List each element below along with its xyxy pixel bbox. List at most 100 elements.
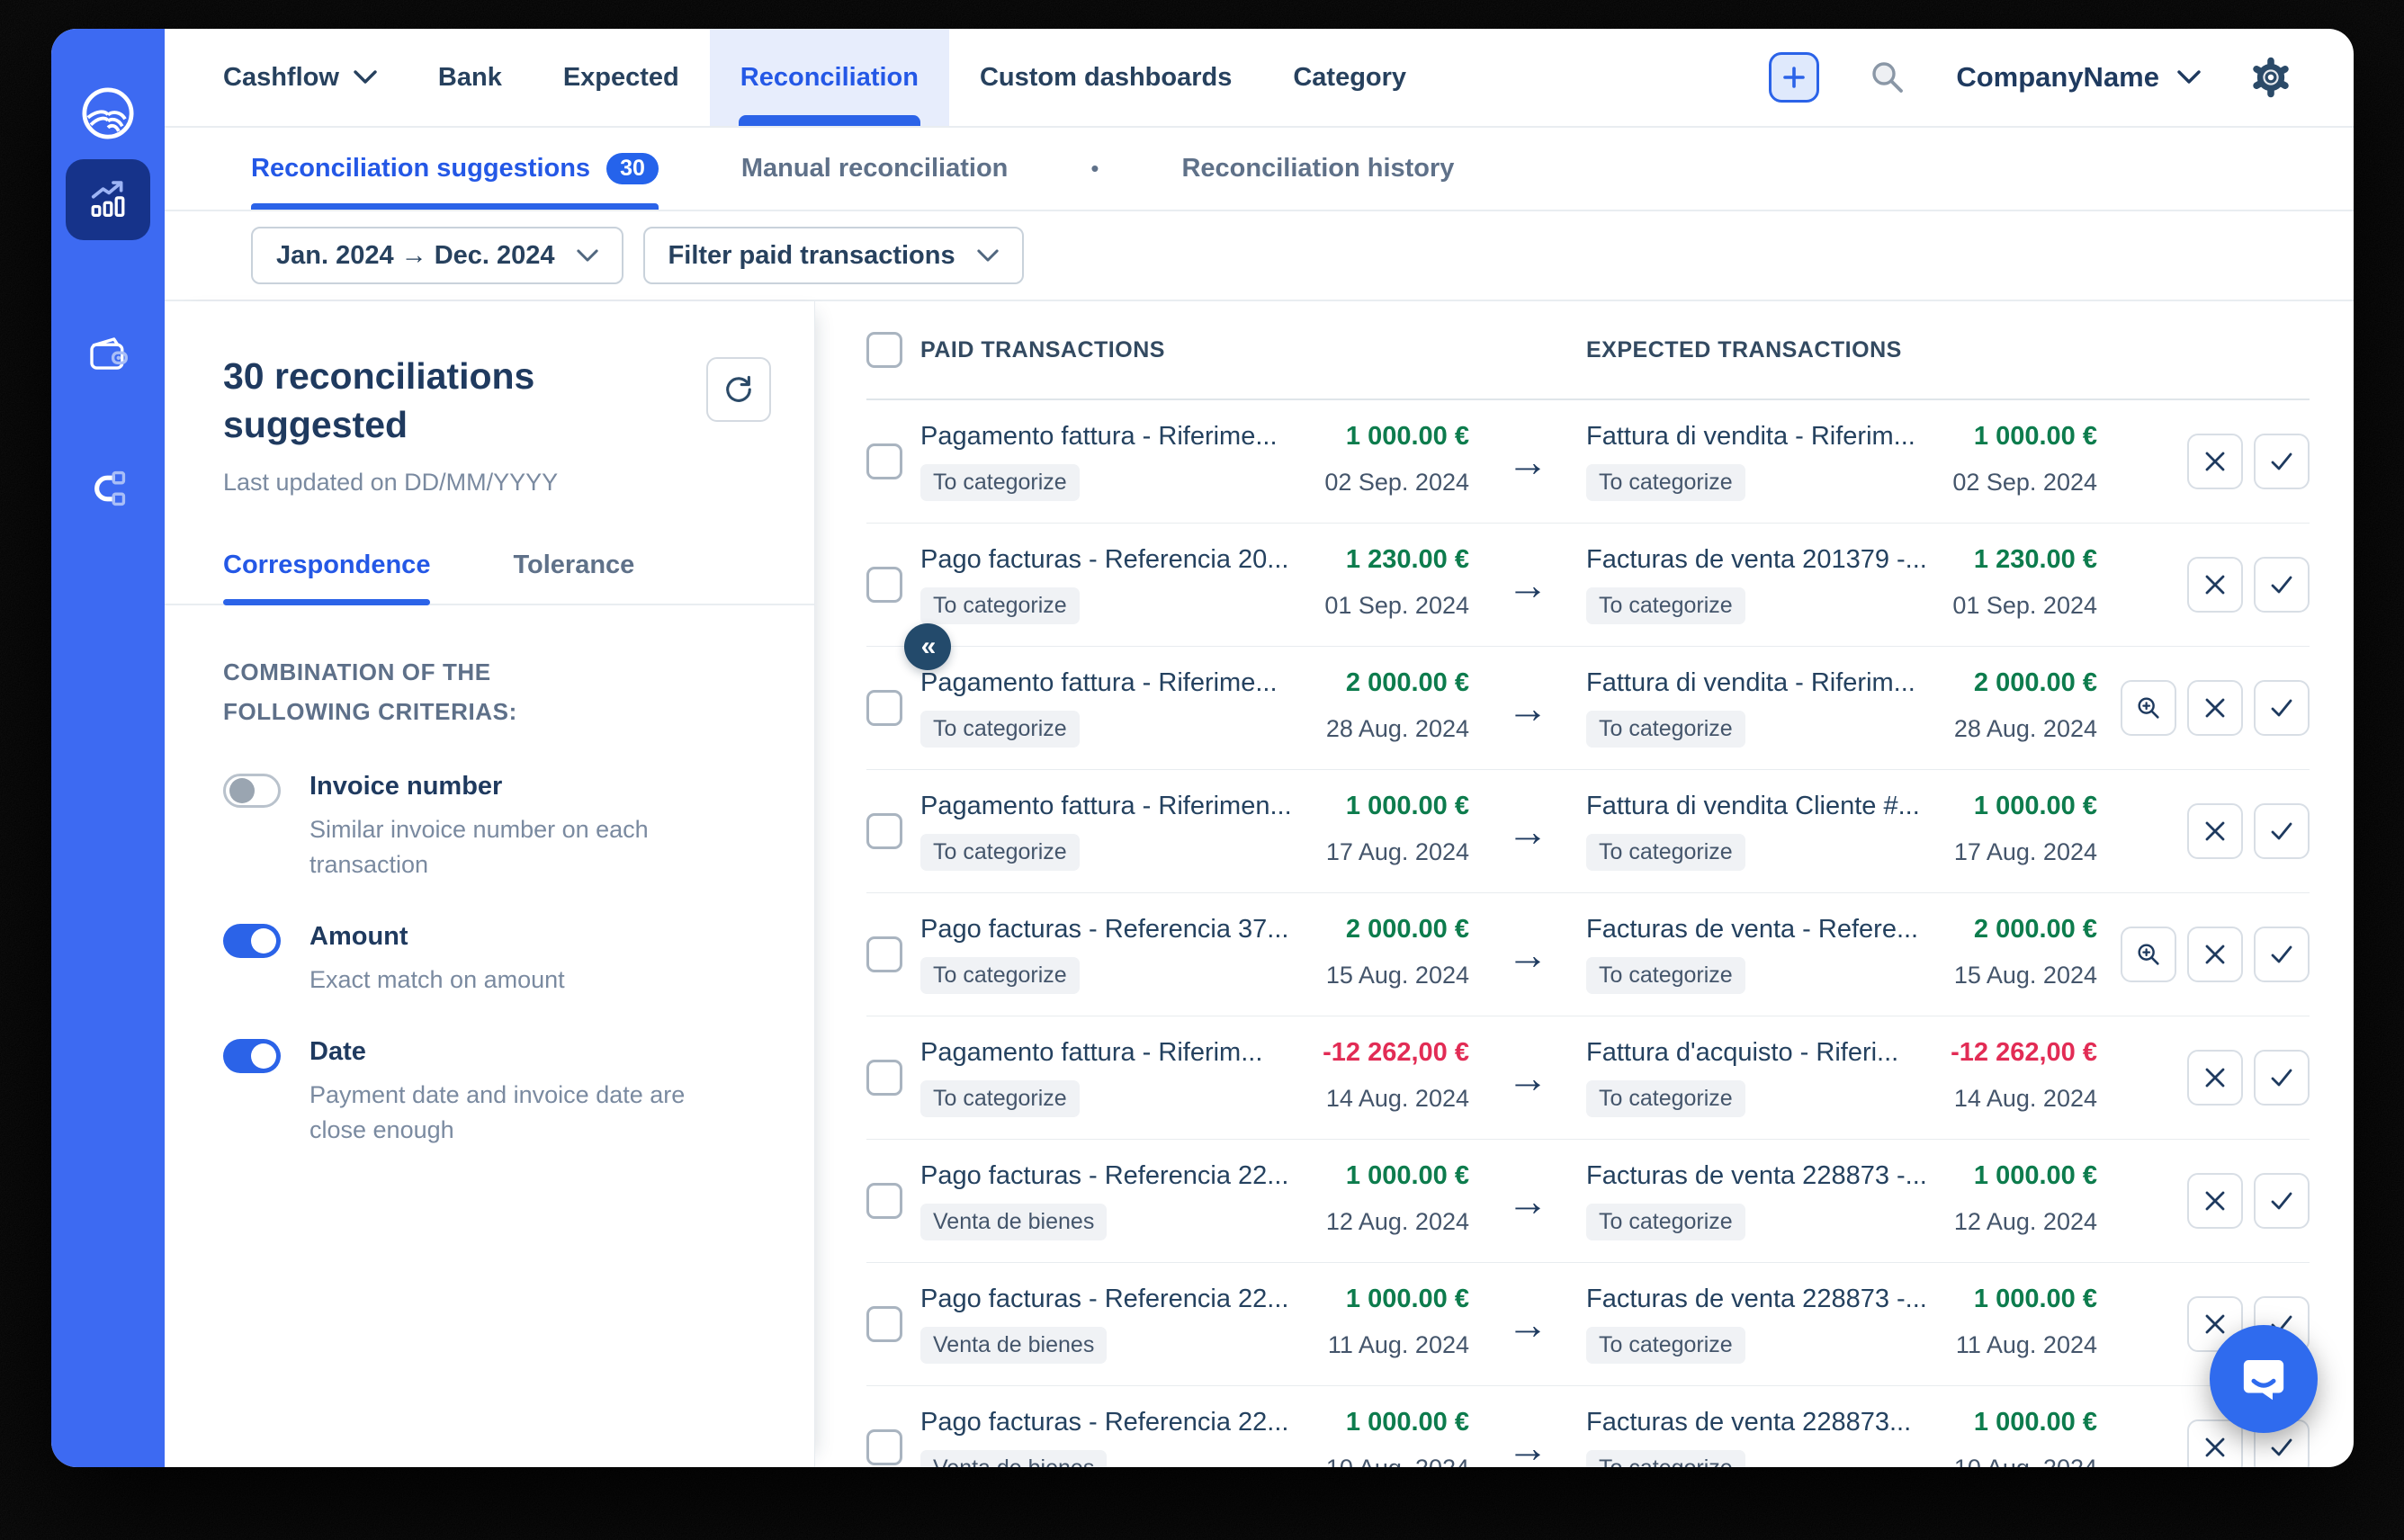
chevrons-left-icon: « — [920, 631, 937, 661]
tab-reconciliation-history[interactable]: Reconciliation history — [1181, 128, 1454, 210]
check-icon — [2271, 822, 2292, 840]
x-icon — [2205, 575, 2225, 595]
x-icon — [2205, 1437, 2225, 1457]
reject-match-button[interactable] — [2187, 803, 2243, 859]
reject-match-button[interactable] — [2187, 680, 2243, 736]
date-range-filter[interactable]: Jan. 2024 → Dec. 2024 — [251, 227, 623, 284]
reject-match-button[interactable] — [2187, 1173, 2243, 1229]
expected-amount: 1 000.00 € — [1973, 1161, 2097, 1190]
nav-item-reconciliation[interactable]: Reconciliation — [709, 29, 949, 126]
expected-transaction-cell: Fattura di vendita - Riferim... 1 000.00… — [1586, 422, 2097, 501]
accept-match-button[interactable] — [2254, 1173, 2310, 1229]
expected-category-tag: To categorize — [1586, 834, 1745, 871]
criteria-invoice-number: Invoice number Similar invoice number on… — [223, 772, 771, 882]
expected-transaction-cell: Facturas de venta 201379 -... 1 230.00 €… — [1586, 545, 2097, 624]
paid-amount: 2 000.00 € — [1345, 668, 1469, 697]
last-updated-text: Last updated on DD/MM/YYYY — [223, 469, 559, 497]
row-checkbox[interactable] — [866, 1429, 902, 1465]
nav-item-cashflow[interactable]: Cashflow — [193, 29, 408, 126]
nav-item-expected[interactable]: Expected — [533, 29, 710, 126]
reject-match-button[interactable] — [2187, 1050, 2243, 1106]
paid-category-tag: To categorize — [920, 957, 1080, 994]
tab-reconciliation-suggestions[interactable]: Reconciliation suggestions 30 — [251, 128, 659, 210]
paid-title: Pago facturas - Referencia 37... — [920, 915, 1289, 944]
add-button[interactable] — [1769, 52, 1820, 103]
content-area: 30 reconciliations suggested Last update… — [165, 301, 2354, 1467]
invoice-number-toggle[interactable] — [223, 773, 281, 808]
sidebar-item-cashflow-analytics[interactable] — [66, 159, 150, 240]
row-checkbox[interactable] — [866, 813, 902, 849]
criteria-toggles: Invoice number Similar invoice number on… — [223, 772, 771, 1149]
x-icon — [2205, 1068, 2225, 1088]
table-row: Pagamento fattura - Riferim... -12 262,0… — [866, 1016, 2310, 1140]
inspect-match-button[interactable] — [2121, 680, 2176, 736]
expected-amount: 1 000.00 € — [1973, 1408, 2097, 1437]
accept-match-button[interactable] — [2254, 434, 2310, 489]
row-checkbox[interactable] — [866, 1306, 902, 1342]
refresh-button[interactable] — [706, 357, 771, 422]
accept-match-button[interactable] — [2254, 557, 2310, 613]
criteria-label: Invoice number — [309, 771, 503, 801]
sidebar-item-reconciliation-magnet[interactable] — [66, 448, 150, 529]
tab-correspondence[interactable]: Correspondence — [223, 551, 431, 606]
company-switcher[interactable]: CompanyName — [1956, 61, 2201, 94]
nav-item-category[interactable]: Category — [1262, 29, 1437, 126]
criteria-description: Similar invoice number on each transacti… — [309, 815, 649, 878]
criteria-label: Date — [309, 1037, 366, 1067]
select-all-checkbox[interactable] — [866, 332, 902, 368]
accept-match-button[interactable] — [2254, 927, 2310, 982]
chat-launcher-button[interactable] — [2210, 1325, 2318, 1433]
reject-match-button[interactable] — [2187, 434, 2243, 489]
check-icon — [2271, 945, 2292, 963]
tab-tolerance[interactable]: Tolerance — [513, 551, 634, 604]
expected-date: 12 Aug. 2024 — [1953, 1208, 2097, 1235]
search-button[interactable] — [1866, 56, 1909, 99]
wallet-icon — [90, 337, 128, 370]
check-icon — [2271, 1438, 2292, 1456]
x-icon — [2205, 452, 2225, 471]
toggle-knob — [229, 777, 255, 803]
expected-transaction-cell: Fattura di vendita Cliente #... 1 000.00… — [1586, 792, 2097, 871]
nav-item-bank[interactable]: Bank — [408, 29, 533, 126]
amount-toggle[interactable] — [223, 923, 281, 958]
paid-category-tag: To categorize — [920, 587, 1080, 624]
reject-match-button[interactable] — [2187, 927, 2243, 982]
x-icon — [2205, 1314, 2225, 1334]
accept-match-button[interactable] — [2254, 680, 2310, 736]
expected-title: Fattura di vendita Cliente #... — [1586, 792, 1920, 820]
row-checkbox[interactable] — [866, 936, 902, 972]
tab-manual-reconciliation[interactable]: Manual reconciliation — [741, 128, 1009, 210]
paid-date: 15 Aug. 2024 — [1325, 962, 1469, 989]
paid-date: 11 Aug. 2024 — [1327, 1331, 1469, 1358]
row-checkbox[interactable] — [866, 1060, 902, 1096]
nav-item-custom-dashboards[interactable]: Custom dashboards — [949, 29, 1262, 126]
paid-title: Pagamento fattura - Riferime... — [920, 422, 1278, 451]
settings-button[interactable] — [2247, 54, 2294, 101]
reject-match-button[interactable] — [2187, 557, 2243, 613]
row-checkbox[interactable] — [866, 690, 902, 726]
accept-match-button[interactable] — [2254, 803, 2310, 859]
expected-date: 28 Aug. 2024 — [1953, 715, 2097, 742]
gear-icon — [2253, 57, 2289, 98]
expected-amount: 2 000.00 € — [1973, 668, 2097, 697]
nav-label: Custom dashboards — [979, 62, 1233, 92]
expected-amount: 1 000.00 € — [1973, 422, 2097, 451]
inspect-match-button[interactable] — [2121, 927, 2176, 982]
row-checkbox[interactable] — [866, 1183, 902, 1219]
collapse-panel-button[interactable]: « — [904, 623, 951, 670]
paid-filter-value: Filter paid transactions — [668, 240, 955, 270]
match-arrow-icon: → — [1507, 1177, 1548, 1224]
x-icon — [2205, 698, 2225, 718]
reject-match-button[interactable] — [2187, 1419, 2243, 1467]
sidebar-item-wallet[interactable] — [66, 315, 150, 396]
chevron-down-icon — [2177, 70, 2201, 84]
row-checkbox[interactable] — [866, 567, 902, 603]
row-checkbox[interactable] — [866, 443, 902, 479]
date-toggle[interactable] — [223, 1039, 281, 1074]
expected-transaction-cell: Facturas de venta - Refere... 2 000.00 €… — [1586, 915, 2097, 994]
paid-title: Pago facturas - Referencia 20... — [920, 545, 1289, 574]
accept-match-button[interactable] — [2254, 1050, 2310, 1106]
paid-transactions-filter[interactable]: Filter paid transactions — [642, 227, 1024, 284]
paid-transaction-cell: Pago facturas - Referencia 22... 1 000.0… — [920, 1408, 1469, 1467]
tab-separator-dot: • — [1090, 155, 1099, 182]
